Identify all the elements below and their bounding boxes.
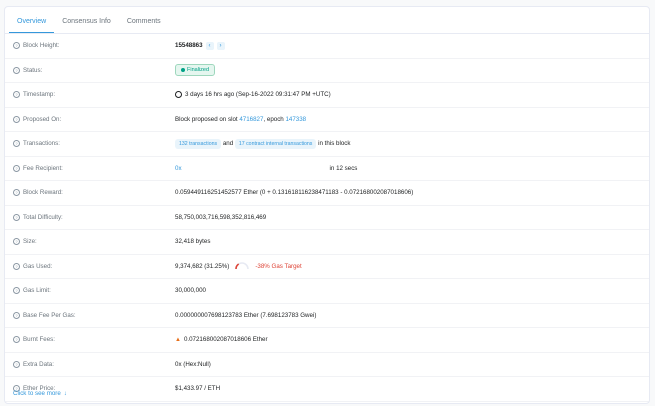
question-circle-icon[interactable]: ?: [13, 213, 20, 221]
tab-consensus-info[interactable]: Consensus Info: [54, 18, 119, 33]
slot-link[interactable]: 4716827: [239, 116, 263, 123]
question-circle-icon[interactable]: ?: [13, 238, 20, 246]
see-more-link[interactable]: Click to see more ↓: [13, 390, 67, 397]
value-extra-data: 0x (Hex:Null): [175, 360, 211, 368]
question-circle-icon[interactable]: ?: [13, 42, 20, 50]
label-proposed-on: ? Proposed On:: [13, 115, 61, 123]
row-block-reward: ? Block Reward: 0.059449116251452577 Eth…: [5, 181, 649, 206]
question-circle-icon[interactable]: ?: [13, 189, 20, 197]
fire-icon: ▲: [175, 336, 181, 343]
value-base-fee: 0.000000007698123783 Ether (7.698123783 …: [175, 311, 317, 319]
label-base-fee: ? Base Fee Per Gas:: [13, 311, 76, 319]
epoch-link[interactable]: 147338: [285, 116, 306, 123]
label-extra-data: ? Extra Data:: [13, 360, 54, 368]
block-height-number: 15548863: [175, 42, 203, 50]
value-burnt-fees: ▲ 0.072168002087018606 Ether: [175, 336, 268, 344]
value-status: Finalized: [175, 64, 216, 77]
label-transactions: ? Transactions:: [13, 140, 60, 148]
value-timestamp: 3 days 16 hrs ago (Sep-16-2022 09:31:47 …: [175, 91, 331, 99]
question-circle-icon[interactable]: ?: [13, 66, 20, 74]
check-circle-icon: [181, 68, 185, 73]
question-circle-icon[interactable]: ?: [13, 140, 20, 148]
row-timestamp: ? Timestamp: 3 days 16 hrs ago (Sep-16-2…: [5, 83, 649, 108]
chevron-left-icon[interactable]: ‹: [205, 41, 214, 50]
row-total-difficulty: ? Total Difficulty: 58,750,003,716,598,3…: [5, 206, 649, 230]
value-total-difficulty: 58,750,003,716,598,352,816,469: [175, 213, 267, 221]
question-circle-icon[interactable]: ?: [13, 311, 20, 319]
value-block-reward: 0.059449116251452577 Ether (0 + 0.131618…: [175, 189, 414, 197]
chevron-right-icon[interactable]: ›: [216, 41, 225, 50]
question-circle-icon[interactable]: ?: [13, 287, 20, 295]
tab-comments[interactable]: Comments: [119, 18, 169, 33]
fee-recipient-time: in 12 secs: [329, 164, 358, 172]
value-transactions: 132 transactions and 17 contract interna…: [175, 138, 350, 149]
question-circle-icon[interactable]: ?: [13, 262, 20, 270]
tab-overview[interactable]: Overview: [9, 18, 55, 33]
row-size: ? Size: 32,418 bytes: [5, 230, 649, 255]
question-circle-icon[interactable]: ?: [13, 164, 20, 172]
row-gas-used: ? Gas Used: 9,374,682 (31.25%) -38% Gas …: [5, 255, 649, 279]
fee-recipient-link[interactable]: 0x: [175, 165, 182, 172]
details-list: ? Block Height: 15548863 ‹ › ? Status: F…: [5, 34, 649, 402]
label-size: ? Size:: [13, 238, 37, 246]
label-gas-used: ? Gas Used:: [13, 262, 52, 270]
clock-icon: [175, 91, 182, 99]
block-overview-card: Overview Consensus Info Comments ? Block…: [4, 6, 650, 404]
row-proposed-on: ? Proposed On: Block proposed on slot 47…: [5, 108, 649, 132]
row-base-fee: ? Base Fee Per Gas: 0.000000007698123783…: [5, 304, 649, 328]
value-proposed-on: Block proposed on slot 4716827 , epoch 1…: [175, 115, 307, 123]
status-badge: Finalized: [175, 64, 216, 77]
row-status: ? Status: Finalized: [5, 59, 649, 83]
label-total-difficulty: ? Total Difficulty:: [13, 213, 63, 221]
value-ether-price: $1,433.97 / ETH: [175, 385, 221, 393]
row-block-height: ? Block Height: 15548863 ‹ ›: [5, 34, 649, 59]
label-block-reward: ? Block Reward:: [13, 189, 63, 197]
value-gas-used: 9,374,682 (31.25%) -38% Gas Target: [175, 262, 302, 270]
question-circle-icon[interactable]: ?: [13, 360, 20, 368]
value-size: 32,418 bytes: [175, 238, 211, 246]
label-gas-limit: ? Gas Limit:: [13, 287, 51, 295]
row-transactions: ? Transactions: 132 transactions and 17 …: [5, 132, 649, 157]
row-fee-recipient: ? Fee Recipient: 0x in 12 secs: [5, 157, 649, 181]
label-timestamp: ? Timestamp:: [13, 91, 55, 99]
value-gas-limit: 30,000,000: [175, 287, 206, 295]
arrow-down-icon: ↓: [63, 390, 67, 397]
internal-transactions-link[interactable]: 17 contract internal transactions: [234, 138, 317, 149]
question-circle-icon[interactable]: ?: [13, 336, 20, 344]
gas-gauge-icon: [235, 262, 250, 270]
tab-bar: Overview Consensus Info Comments: [5, 7, 649, 34]
row-gas-limit: ? Gas Limit: 30,000,000: [5, 279, 649, 304]
question-circle-icon[interactable]: ?: [13, 91, 20, 99]
value-block-height: 15548863 ‹ ›: [175, 41, 225, 50]
row-burnt-fees: ? Burnt Fees: ▲ 0.072168002087018606 Eth…: [5, 328, 649, 353]
label-status: ? Status:: [13, 66, 42, 74]
transactions-link[interactable]: 132 transactions: [175, 138, 222, 149]
label-block-height: ? Block Height:: [13, 42, 59, 50]
row-extra-data: ? Extra Data: 0x (Hex:Null): [5, 353, 649, 377]
label-fee-recipient: ? Fee Recipient:: [13, 164, 63, 172]
gas-target: -38% Gas Target: [255, 262, 302, 270]
label-burnt-fees: ? Burnt Fees:: [13, 336, 55, 344]
question-circle-icon[interactable]: ?: [13, 115, 20, 123]
row-ether-price: ? Ether Price: $1,433.97 / ETH: [5, 377, 649, 402]
value-fee-recipient: 0x in 12 secs: [175, 165, 357, 172]
